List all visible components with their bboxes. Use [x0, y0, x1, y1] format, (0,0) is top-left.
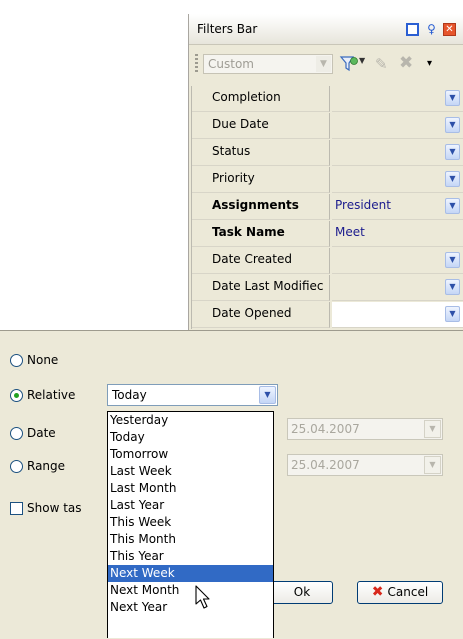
filter-row-value-text: President	[335, 198, 391, 212]
show-tasks-label: Show tas	[27, 501, 82, 515]
mouse-pointer-icon	[195, 585, 210, 609]
cancel-button-label: Cancel	[387, 585, 429, 599]
toolbar-overflow-icon[interactable]: ▾	[427, 58, 432, 69]
filter-row[interactable]: Status ▼	[192, 140, 463, 167]
filter-row-value[interactable]: ▼	[332, 275, 463, 301]
filter-row[interactable]: Due Date ▼	[192, 113, 463, 140]
list-item[interactable]: This Week	[108, 514, 273, 531]
filter-row-name: Task Name	[192, 221, 330, 247]
filter-preset-combo[interactable]: Custom ▼	[203, 54, 333, 74]
cancel-icon: ✖	[371, 584, 384, 600]
chevron-down-icon[interactable]: ▼	[445, 90, 460, 106]
filter-row[interactable]: Priority ▼	[192, 167, 463, 194]
filter-row-value[interactable]: ▼	[332, 302, 463, 328]
radio-range[interactable]	[10, 460, 23, 473]
filter-row[interactable]: Completion ▼	[192, 86, 463, 113]
filter-row-name: Date Opened	[192, 302, 330, 328]
filter-row-name: Date Created	[192, 248, 330, 274]
float-window-icon[interactable]	[406, 23, 419, 36]
chevron-down-icon[interactable]: ▼	[445, 306, 460, 322]
filter-row-name: Priority	[192, 167, 330, 193]
filter-row-name: Due Date	[192, 113, 330, 139]
filter-row-value[interactable]: ▼	[332, 140, 463, 166]
list-item[interactable]: Today	[108, 429, 273, 446]
filter-row[interactable]: Task Name Meet	[192, 221, 463, 248]
filter-row-value[interactable]: Meet	[332, 221, 463, 247]
chevron-down-icon[interactable]: ▼	[445, 171, 460, 187]
eraser-icon[interactable]: ✎	[375, 55, 388, 73]
filter-row[interactable]: Date Last Modifiec ▼	[192, 275, 463, 302]
filter-row-value[interactable]: ▼	[332, 167, 463, 193]
filter-row-value[interactable]: President ▼	[332, 194, 463, 220]
list-item[interactable]: Last Year	[108, 497, 273, 514]
filter-row-name: Date Last Modifiec	[192, 275, 330, 301]
list-item[interactable]: Yesterday	[108, 412, 273, 429]
close-icon[interactable]: ✕	[443, 23, 456, 36]
filter-row[interactable]: Date Opened ▼	[192, 302, 463, 329]
cancel-button[interactable]: ✖ Cancel	[357, 581, 443, 604]
chevron-down-icon[interactable]: ▼	[424, 456, 441, 474]
filter-row-value[interactable]: ▼	[332, 113, 463, 139]
radio-date[interactable]	[10, 427, 23, 440]
list-item[interactable]: Next Year	[108, 599, 273, 616]
filter-row-name: Completion	[192, 86, 330, 112]
list-item[interactable]: Last Month	[108, 480, 273, 497]
option-relative-label: Relative	[27, 388, 76, 402]
list-item[interactable]: This Month	[108, 531, 273, 548]
filter-row-value[interactable]: ▼	[332, 248, 463, 274]
filter-preset-value: Custom	[208, 57, 254, 71]
option-range-label: Range	[27, 459, 66, 473]
chevron-down-icon[interactable]: ▼	[259, 386, 276, 404]
chevron-down-icon[interactable]: ▼	[445, 252, 460, 268]
filter-row-name: Status	[192, 140, 330, 166]
add-filter-icon[interactable]	[339, 55, 359, 73]
range-end-value: 25.04.2007	[291, 458, 360, 472]
relative-combo-value: Today	[112, 388, 147, 402]
ok-button[interactable]: Ok	[271, 581, 333, 604]
filter-grid: Completion ▼ Due Date ▼ Status ▼ Priority ▼ Assi…	[191, 86, 463, 329]
chevron-down-icon[interactable]: ▼	[445, 117, 460, 133]
pin-icon[interactable]: ♀	[425, 23, 438, 36]
filters-bar-panel: Filters Bar ♀ ✕ Custom ▼ ▼ ✎ ✖ ▾ Complet…	[188, 14, 463, 330]
radio-relative[interactable]	[10, 389, 23, 402]
chevron-down-icon[interactable]: ▼	[445, 144, 460, 160]
date-field[interactable]: 25.04.2007 ▼	[287, 418, 443, 440]
panel-title: Filters Bar	[197, 22, 258, 36]
list-item[interactable]: This Year	[108, 548, 273, 565]
filters-toolbar: Custom ▼ ▼ ✎ ✖ ▾	[189, 44, 463, 78]
relative-combo[interactable]: Today ▼	[107, 384, 278, 406]
list-item[interactable]: Last Week	[108, 463, 273, 480]
filter-row-value-text: Meet	[335, 225, 365, 239]
list-item[interactable]: Tomorrow	[108, 446, 273, 463]
panel-titlebar[interactable]: Filters Bar ♀ ✕	[189, 14, 463, 45]
chevron-down-icon[interactable]: ▼	[424, 420, 441, 438]
toolbar-grip-icon[interactable]	[195, 54, 198, 72]
add-filter-dropdown-icon[interactable]: ▼	[359, 56, 365, 65]
radio-none[interactable]	[10, 354, 23, 367]
filter-row[interactable]: Assignments President ▼	[192, 194, 463, 221]
list-item[interactable]: Next Week	[108, 565, 273, 582]
date-field-value: 25.04.2007	[291, 422, 360, 436]
range-end-field[interactable]: 25.04.2007 ▼	[287, 454, 443, 476]
option-date-label: Date	[27, 426, 56, 440]
list-item[interactable]: Next Month	[108, 582, 273, 599]
option-none-label: None	[27, 353, 59, 367]
relative-dropdown-list[interactable]: Yesterday Today Tomorrow Last Week Last Mont…	[107, 411, 274, 638]
filter-row-name: Assignments	[192, 194, 330, 220]
show-tasks-checkbox[interactable]	[10, 502, 23, 515]
filter-row[interactable]: Date Created ▼	[192, 248, 463, 275]
ok-button-label: Ok	[293, 585, 311, 599]
chevron-down-icon[interactable]: ▼	[316, 56, 331, 72]
clear-filter-icon[interactable]: ✖	[399, 53, 413, 73]
chevron-down-icon[interactable]: ▼	[445, 198, 460, 214]
chevron-down-icon[interactable]: ▼	[445, 279, 460, 295]
filter-row-value[interactable]: ▼	[332, 86, 463, 112]
